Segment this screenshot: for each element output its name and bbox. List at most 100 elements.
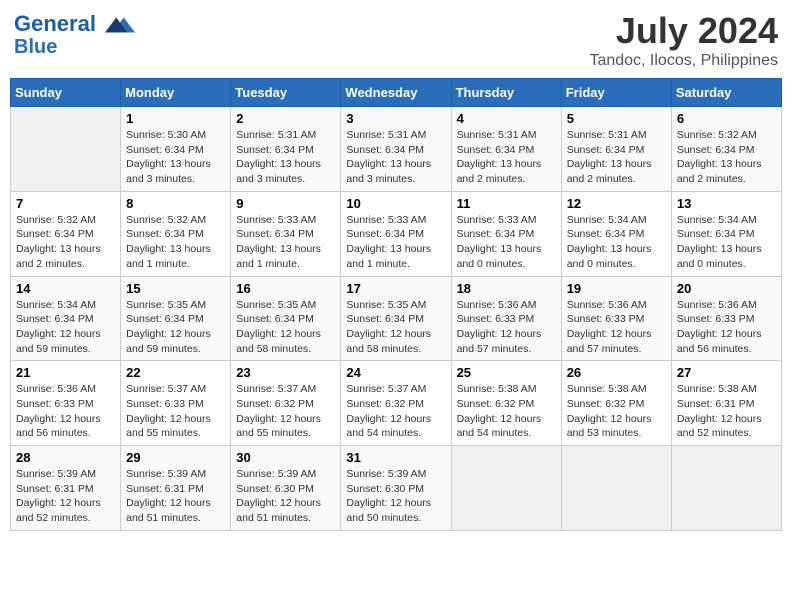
day-info: Sunrise: 5:38 AM Sunset: 6:32 PM Dayligh… xyxy=(567,382,666,441)
calendar-cell: 13 Sunrise: 5:34 AM Sunset: 6:34 PM Dayli… xyxy=(671,191,781,276)
calendar-table: SundayMondayTuesdayWednesdayThursdayFrid… xyxy=(10,78,782,531)
page-header: General Blue July 2024 Tandoc, Ilocos, P… xyxy=(10,10,782,70)
calendar-cell: 16 Sunrise: 5:35 AM Sunset: 6:34 PM Dayli… xyxy=(231,276,341,361)
calendar-cell: 7Sunrise: 5:32 AM Sunset: 6:34 PM Daylig… xyxy=(11,191,121,276)
day-info: Sunrise: 5:31 AM Sunset: 6:34 PM Dayligh… xyxy=(236,128,335,187)
day-number: 14 xyxy=(16,281,115,296)
day-number: 8 xyxy=(126,196,225,211)
day-info: Sunrise: 5:37 AM Sunset: 6:32 PM Dayligh… xyxy=(236,382,335,441)
day-info: Sunrise: 5:31 AM Sunset: 6:34 PM Dayligh… xyxy=(457,128,556,187)
day-info: Sunrise: 5:36 AM Sunset: 6:33 PM Dayligh… xyxy=(457,298,556,357)
day-info: Sunrise: 5:39 AM Sunset: 6:31 PM Dayligh… xyxy=(16,467,115,526)
day-number: 31 xyxy=(346,450,445,465)
day-info: Sunrise: 5:32 AM Sunset: 6:34 PM Dayligh… xyxy=(16,213,115,272)
calendar-cell: 28 Sunrise: 5:39 AM Sunset: 6:31 PM Dayli… xyxy=(11,446,121,531)
weekday-header: Thursday xyxy=(451,79,561,107)
day-info: Sunrise: 5:35 AM Sunset: 6:34 PM Dayligh… xyxy=(126,298,225,357)
day-number: 23 xyxy=(236,365,335,380)
calendar-cell: 29 Sunrise: 5:39 AM Sunset: 6:31 PM Dayli… xyxy=(121,446,231,531)
day-info: Sunrise: 5:38 AM Sunset: 6:31 PM Dayligh… xyxy=(677,382,776,441)
day-number: 1 xyxy=(126,111,225,126)
calendar-cell: 5Sunrise: 5:31 AM Sunset: 6:34 PM Daylig… xyxy=(561,107,671,192)
day-number: 28 xyxy=(16,450,115,465)
calendar-cell: 8Sunrise: 5:32 AM Sunset: 6:34 PM Daylig… xyxy=(121,191,231,276)
calendar-cell: 4 Sunrise: 5:31 AM Sunset: 6:34 PM Daylig… xyxy=(451,107,561,192)
day-number: 16 xyxy=(236,281,335,296)
calendar-cell: 31 Sunrise: 5:39 AM Sunset: 6:30 PM Dayli… xyxy=(341,446,451,531)
weekday-header: Tuesday xyxy=(231,79,341,107)
calendar-cell: 12 Sunrise: 5:34 AM Sunset: 6:34 PM Dayli… xyxy=(561,191,671,276)
day-info: Sunrise: 5:37 AM Sunset: 6:33 PM Dayligh… xyxy=(126,382,225,441)
day-info: Sunrise: 5:34 AM Sunset: 6:34 PM Dayligh… xyxy=(677,213,776,272)
day-number: 20 xyxy=(677,281,776,296)
day-number: 15 xyxy=(126,281,225,296)
calendar-week-row: 1Sunrise: 5:30 AM Sunset: 6:34 PM Daylig… xyxy=(11,107,782,192)
weekday-header: Sunday xyxy=(11,79,121,107)
day-number: 11 xyxy=(457,196,556,211)
calendar-cell xyxy=(671,446,781,531)
month-title: July 2024 xyxy=(589,10,778,52)
day-number: 2 xyxy=(236,111,335,126)
calendar-cell: 14 Sunrise: 5:34 AM Sunset: 6:34 PM Dayli… xyxy=(11,276,121,361)
calendar-cell: 15 Sunrise: 5:35 AM Sunset: 6:34 PM Dayli… xyxy=(121,276,231,361)
calendar-cell: 21 Sunrise: 5:36 AM Sunset: 6:33 PM Dayli… xyxy=(11,361,121,446)
day-number: 22 xyxy=(126,365,225,380)
day-info: Sunrise: 5:33 AM Sunset: 6:34 PM Dayligh… xyxy=(236,213,335,272)
calendar-cell: 30Sunrise: 5:39 AM Sunset: 6:30 PM Dayli… xyxy=(231,446,341,531)
calendar-week-row: 14 Sunrise: 5:34 AM Sunset: 6:34 PM Dayli… xyxy=(11,276,782,361)
day-info: Sunrise: 5:37 AM Sunset: 6:32 PM Dayligh… xyxy=(346,382,445,441)
day-info: Sunrise: 5:35 AM Sunset: 6:34 PM Dayligh… xyxy=(236,298,335,357)
day-info: Sunrise: 5:36 AM Sunset: 6:33 PM Dayligh… xyxy=(16,382,115,441)
calendar-cell: 24Sunrise: 5:37 AM Sunset: 6:32 PM Dayli… xyxy=(341,361,451,446)
calendar-cell: 19 Sunrise: 5:36 AM Sunset: 6:33 PM Dayli… xyxy=(561,276,671,361)
day-number: 13 xyxy=(677,196,776,211)
day-number: 5 xyxy=(567,111,666,126)
calendar-cell: 11Sunrise: 5:33 AM Sunset: 6:34 PM Dayli… xyxy=(451,191,561,276)
weekday-header: Monday xyxy=(121,79,231,107)
day-number: 12 xyxy=(567,196,666,211)
calendar-cell: 3Sunrise: 5:31 AM Sunset: 6:34 PM Daylig… xyxy=(341,107,451,192)
calendar-week-row: 21 Sunrise: 5:36 AM Sunset: 6:33 PM Dayli… xyxy=(11,361,782,446)
day-number: 4 xyxy=(457,111,556,126)
calendar-cell xyxy=(11,107,121,192)
day-info: Sunrise: 5:34 AM Sunset: 6:34 PM Dayligh… xyxy=(567,213,666,272)
day-number: 30 xyxy=(236,450,335,465)
day-number: 21 xyxy=(16,365,115,380)
day-number: 25 xyxy=(457,365,556,380)
calendar-cell: 1Sunrise: 5:30 AM Sunset: 6:34 PM Daylig… xyxy=(121,107,231,192)
day-info: Sunrise: 5:31 AM Sunset: 6:34 PM Dayligh… xyxy=(346,128,445,187)
day-info: Sunrise: 5:34 AM Sunset: 6:34 PM Dayligh… xyxy=(16,298,115,357)
day-number: 6 xyxy=(677,111,776,126)
calendar-cell: 17 Sunrise: 5:35 AM Sunset: 6:34 PM Dayli… xyxy=(341,276,451,361)
day-info: Sunrise: 5:32 AM Sunset: 6:34 PM Dayligh… xyxy=(677,128,776,187)
day-number: 10 xyxy=(346,196,445,211)
calendar-cell: 6 Sunrise: 5:32 AM Sunset: 6:34 PM Daylig… xyxy=(671,107,781,192)
day-info: Sunrise: 5:38 AM Sunset: 6:32 PM Dayligh… xyxy=(457,382,556,441)
calendar-cell xyxy=(561,446,671,531)
calendar-cell: 18 Sunrise: 5:36 AM Sunset: 6:33 PM Dayli… xyxy=(451,276,561,361)
day-info: Sunrise: 5:39 AM Sunset: 6:31 PM Dayligh… xyxy=(126,467,225,526)
day-number: 19 xyxy=(567,281,666,296)
weekday-header-row: SundayMondayTuesdayWednesdayThursdayFrid… xyxy=(11,79,782,107)
day-info: Sunrise: 5:35 AM Sunset: 6:34 PM Dayligh… xyxy=(346,298,445,357)
day-number: 9 xyxy=(236,196,335,211)
calendar-cell: 26Sunrise: 5:38 AM Sunset: 6:32 PM Dayli… xyxy=(561,361,671,446)
calendar-week-row: 7Sunrise: 5:32 AM Sunset: 6:34 PM Daylig… xyxy=(11,191,782,276)
day-info: Sunrise: 5:36 AM Sunset: 6:33 PM Dayligh… xyxy=(567,298,666,357)
calendar-cell: 25 Sunrise: 5:38 AM Sunset: 6:32 PM Dayli… xyxy=(451,361,561,446)
calendar-cell: 10 Sunrise: 5:33 AM Sunset: 6:34 PM Dayli… xyxy=(341,191,451,276)
calendar-cell: 20 Sunrise: 5:36 AM Sunset: 6:33 PM Dayli… xyxy=(671,276,781,361)
weekday-header: Saturday xyxy=(671,79,781,107)
day-number: 18 xyxy=(457,281,556,296)
logo: General Blue xyxy=(14,10,135,58)
calendar-cell xyxy=(451,446,561,531)
day-number: 17 xyxy=(346,281,445,296)
calendar-cell: 22 Sunrise: 5:37 AM Sunset: 6:33 PM Dayli… xyxy=(121,361,231,446)
calendar-week-row: 28 Sunrise: 5:39 AM Sunset: 6:31 PM Dayli… xyxy=(11,446,782,531)
day-number: 29 xyxy=(126,450,225,465)
calendar-cell: 2 Sunrise: 5:31 AM Sunset: 6:34 PM Daylig… xyxy=(231,107,341,192)
day-info: Sunrise: 5:36 AM Sunset: 6:33 PM Dayligh… xyxy=(677,298,776,357)
location-title: Tandoc, Ilocos, Philippines xyxy=(589,52,778,70)
day-info: Sunrise: 5:33 AM Sunset: 6:34 PM Dayligh… xyxy=(346,213,445,272)
day-info: Sunrise: 5:39 AM Sunset: 6:30 PM Dayligh… xyxy=(346,467,445,526)
